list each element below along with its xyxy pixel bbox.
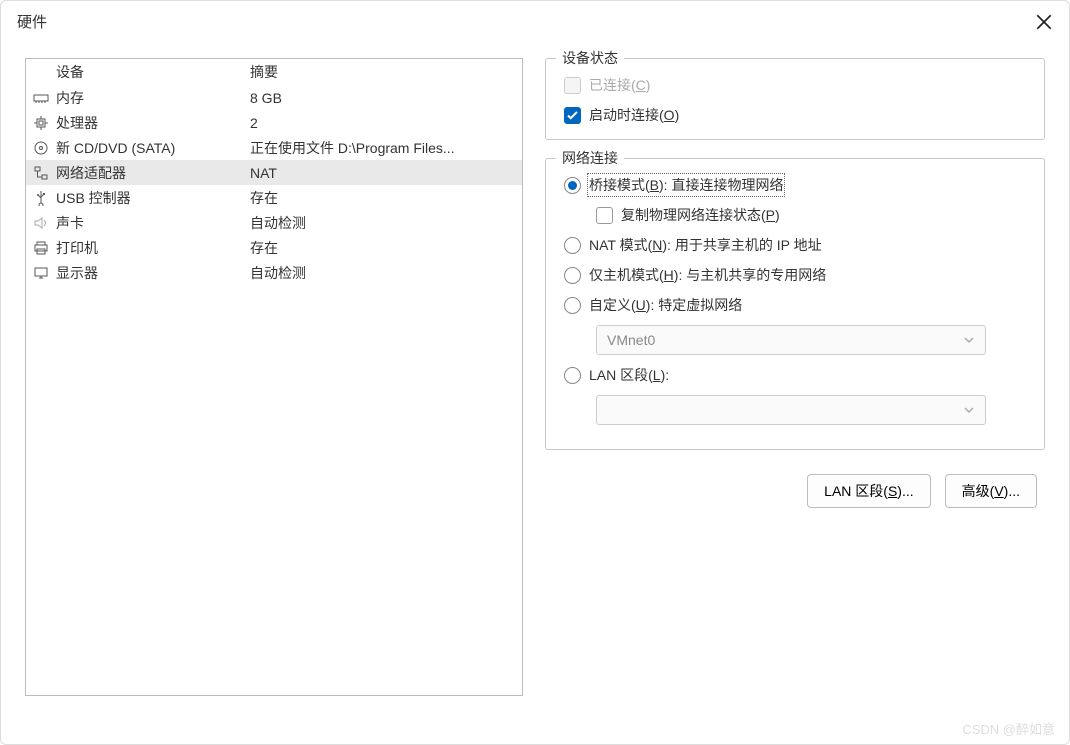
advanced-button[interactable]: 高级(V)... xyxy=(945,474,1037,508)
label-bridged: 桥接模式(B): 直接连接物理网络 xyxy=(589,175,783,195)
header-summary: 摘要 xyxy=(250,62,516,82)
device-summary: 自动检测 xyxy=(250,263,516,283)
radio-lan-segment[interactable] xyxy=(564,367,581,384)
usb-icon xyxy=(30,190,52,206)
label-custom: 自定义(U): 特定虚拟网络 xyxy=(589,295,742,315)
memory-icon xyxy=(30,90,52,106)
window-title: 硬件 xyxy=(17,11,47,32)
cpu-icon xyxy=(30,115,52,131)
radio-custom[interactable] xyxy=(564,297,581,314)
label-lan-segment: LAN 区段(L): xyxy=(589,365,669,385)
checkbox-replicate-state[interactable] xyxy=(596,207,613,224)
device-row[interactable]: 网络适配器NAT xyxy=(26,160,522,185)
device-summary: 8 GB xyxy=(250,90,516,106)
printer-icon xyxy=(30,240,52,256)
network-icon xyxy=(30,165,52,181)
device-row[interactable]: 显示器自动检测 xyxy=(26,260,522,285)
device-name: 打印机 xyxy=(56,238,250,258)
radio-nat[interactable] xyxy=(564,237,581,254)
label-replicate-state: 复制物理网络连接状态(P) xyxy=(621,205,780,225)
checkbox-connect-on-power[interactable] xyxy=(564,107,581,124)
device-name: 新 CD/DVD (SATA) xyxy=(56,138,250,158)
select-custom-vnet: VMnet0 xyxy=(596,325,986,355)
device-name: USB 控制器 xyxy=(56,188,250,208)
device-row[interactable]: 处理器2 xyxy=(26,110,522,135)
device-row[interactable]: 打印机存在 xyxy=(26,235,522,260)
label-connected: 已连接(C) xyxy=(589,75,650,95)
group-title-device-status: 设备状态 xyxy=(556,48,624,68)
radio-bridged[interactable] xyxy=(564,177,581,194)
device-summary: 2 xyxy=(250,115,516,131)
device-name: 处理器 xyxy=(56,113,250,133)
device-row[interactable]: USB 控制器存在 xyxy=(26,185,522,210)
check-icon xyxy=(567,111,578,120)
device-name: 内存 xyxy=(56,88,250,108)
device-summary: 正在使用文件 D:\Program Files... xyxy=(250,138,516,158)
group-device-status: 设备状态 已连接(C) 启动时连接(O) xyxy=(545,58,1045,140)
close-button[interactable] xyxy=(1035,13,1053,31)
device-summary: 存在 xyxy=(250,188,516,208)
device-name: 网络适配器 xyxy=(56,163,250,183)
lan-segments-button[interactable]: LAN 区段(S)... xyxy=(807,474,930,508)
device-row[interactable]: 内存8 GB xyxy=(26,85,522,110)
chevron-down-icon xyxy=(963,334,975,346)
group-title-network: 网络连接 xyxy=(556,148,624,168)
close-icon xyxy=(1035,13,1053,31)
device-summary: 存在 xyxy=(250,238,516,258)
device-list[interactable]: 设备 摘要 内存8 GB处理器2新 CD/DVD (SATA)正在使用文件 D:… xyxy=(25,58,523,696)
device-summary: NAT xyxy=(250,165,516,181)
group-network-connection: 网络连接 桥接模式(B): 直接连接物理网络 复制物理网络连接状态(P) NAT… xyxy=(545,158,1045,450)
label-connect-on-power: 启动时连接(O) xyxy=(589,105,679,125)
table-header: 设备 摘要 xyxy=(26,59,522,85)
display-icon xyxy=(30,265,52,281)
device-name: 显示器 xyxy=(56,263,250,283)
radio-host-only[interactable] xyxy=(564,267,581,284)
disc-icon xyxy=(30,140,52,156)
device-row[interactable]: 新 CD/DVD (SATA)正在使用文件 D:\Program Files..… xyxy=(26,135,522,160)
device-name: 声卡 xyxy=(56,213,250,233)
device-summary: 自动检测 xyxy=(250,213,516,233)
checkbox-connected xyxy=(564,77,581,94)
device-row[interactable]: 声卡自动检测 xyxy=(26,210,522,235)
sound-icon xyxy=(30,215,52,231)
label-host-only: 仅主机模式(H): 与主机共享的专用网络 xyxy=(589,265,826,285)
header-device: 设备 xyxy=(56,62,250,82)
label-nat: NAT 模式(N): 用于共享主机的 IP 地址 xyxy=(589,235,822,255)
select-lan-segment xyxy=(596,395,986,425)
chevron-down-icon xyxy=(963,404,975,416)
